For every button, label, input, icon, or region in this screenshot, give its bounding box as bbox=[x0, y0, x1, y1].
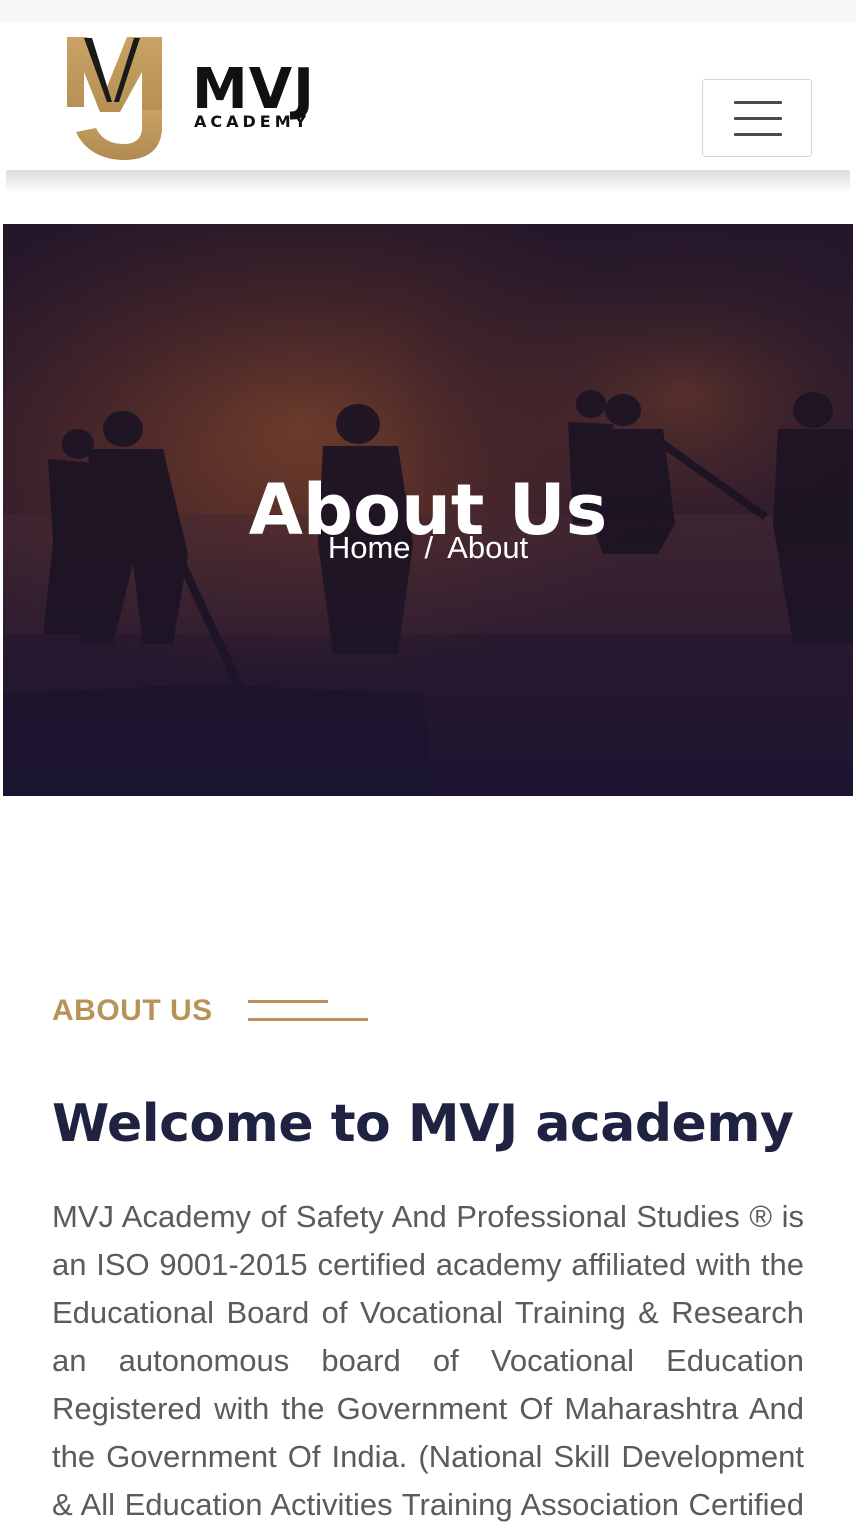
top-strip bbox=[0, 0, 856, 22]
header-shadow bbox=[6, 170, 850, 192]
mvj-logo-mark-icon bbox=[67, 37, 162, 160]
label-decoration-lines bbox=[248, 1000, 370, 1024]
section-label: ABOUT US bbox=[52, 994, 213, 1027]
logo-subtext: ACADEMY bbox=[194, 112, 311, 131]
breadcrumb-separator: / bbox=[424, 530, 434, 565]
section-body-text: MVJ Academy of Safety And Professional S… bbox=[52, 1199, 804, 1522]
section-title: Welcome to MVJ academy bbox=[52, 1094, 794, 1155]
breadcrumb-current: About bbox=[447, 530, 529, 565]
hero-banner: About Us Home / About bbox=[3, 224, 853, 796]
site-logo[interactable]: MVJ ACADEMY bbox=[62, 32, 352, 162]
breadcrumb: Home / About bbox=[3, 528, 853, 568]
breadcrumb-home-link[interactable]: Home bbox=[328, 530, 411, 565]
page: MVJ ACADEMY About Us Home / About ABOUT … bbox=[0, 0, 856, 1522]
menu-toggle-button[interactable] bbox=[702, 79, 812, 157]
logo-wordmark: MVJ bbox=[192, 57, 315, 122]
site-header: MVJ ACADEMY bbox=[6, 22, 850, 172]
